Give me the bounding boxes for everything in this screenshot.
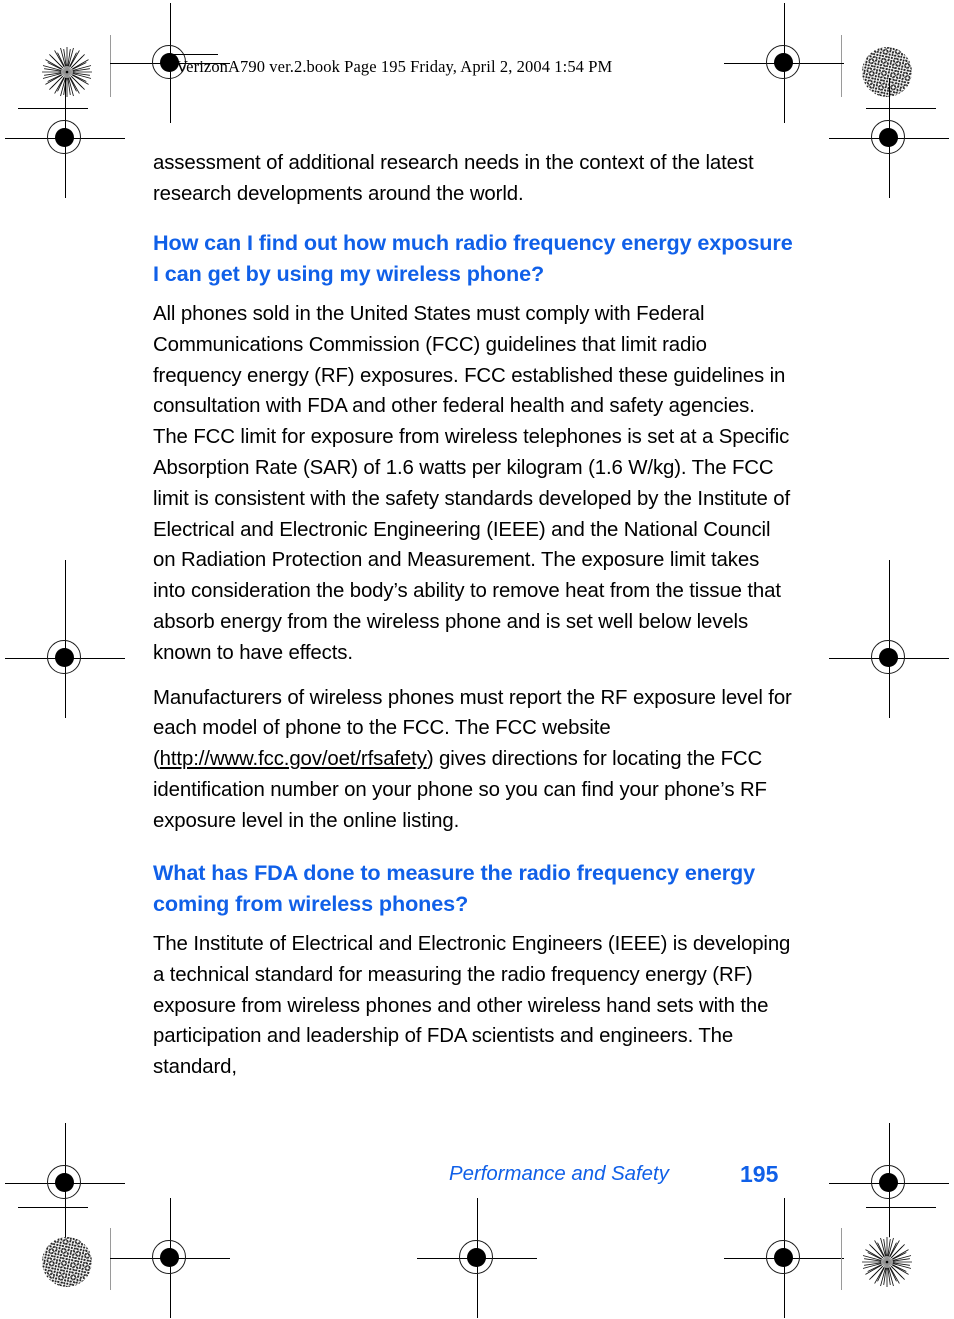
crop-rule-mid-left-extend [64, 560, 66, 604]
crop-rule-top-header [166, 54, 218, 56]
page-footer: Performance and Safety 195 [0, 1161, 954, 1197]
crosshair-gap-h [776, 1254, 791, 1262]
crop-rule-mid-right-extend [888, 560, 890, 604]
crosshair-vertical-line [169, 1198, 171, 1318]
moire-halftone-target-top-right [862, 47, 912, 97]
crosshair-gap-v [166, 1250, 174, 1265]
starburst-icon [42, 47, 92, 97]
footer-chapter-title: Performance and Safety [449, 1163, 669, 1185]
crosshair-vertical-line [783, 1198, 785, 1318]
registration-crosshair-left-upper [5, 78, 125, 198]
starburst-icon [862, 1237, 912, 1287]
registration-crosshair-bottom-left-inner [110, 1198, 230, 1318]
crosshair-gap-h [162, 1254, 177, 1262]
crop-rule-left-lower [18, 1207, 88, 1209]
moire-icon [42, 1237, 92, 1287]
moire-halftone-target-bottom-left [42, 1237, 92, 1287]
crosshair-circle [47, 640, 81, 674]
crosshair-dot [55, 128, 74, 147]
paragraph-fcc-website: Manufacturers of wireless phones must re… [153, 683, 793, 837]
crosshair-gap-v [780, 55, 788, 70]
section-heading-fda-measurement: What has FDA done to measure the radio f… [153, 859, 756, 916]
crosshair-vertical-line [64, 598, 66, 718]
crosshair-gap-v [885, 650, 893, 665]
registration-crosshair-mid-right [829, 598, 949, 718]
crosshair-circle [871, 120, 905, 154]
registration-crosshair-right-upper [829, 78, 949, 198]
crosshair-circle [152, 1240, 186, 1274]
crosshair-gap-h [881, 134, 896, 142]
crosshair-dot [160, 1248, 179, 1267]
fcc-rfsafety-link[interactable]: http://www.fcc.gov/oet/rfsafety [160, 748, 427, 770]
registration-crosshair-mid-left [5, 598, 125, 718]
crosshair-gap-v [61, 650, 69, 665]
crosshair-vertical-line [64, 78, 66, 198]
crosshair-gap-h [469, 1254, 484, 1262]
crosshair-horizontal-line [724, 1257, 844, 1259]
footer-page-number: 195 [740, 1161, 779, 1187]
crosshair-horizontal-line [724, 62, 844, 64]
crosshair-dot [879, 128, 898, 147]
crop-rule-left-upper [18, 108, 88, 110]
moire-icon [862, 47, 912, 97]
crosshair-gap-h [57, 654, 72, 662]
section-heading-radio-frequency-exposure: How can I find out how much radio freque… [153, 229, 793, 286]
crosshair-circle [871, 640, 905, 674]
crosshair-vertical-line [169, 3, 171, 123]
crosshair-circle [459, 1240, 493, 1274]
crosshair-gap-h [776, 59, 791, 67]
crosshair-circle [766, 45, 800, 79]
crosshair-gap-h [162, 59, 177, 67]
crosshair-vertical-line [888, 598, 890, 718]
crop-separator-top-right [841, 35, 843, 97]
crosshair-gap-v [61, 130, 69, 145]
crop-rule-right-upper [866, 108, 936, 110]
crosshair-gap-v [780, 1250, 788, 1265]
paragraph-fcc-sar-guidelines: All phones sold in the United States mus… [153, 303, 791, 664]
crop-separator-bottom-right [841, 1228, 843, 1290]
crop-separator-bottom-left [110, 1228, 112, 1290]
crosshair-vertical-line [888, 78, 890, 198]
crosshair-dot [55, 648, 74, 667]
crosshair-horizontal-line [5, 137, 125, 139]
crosshair-gap-h [57, 134, 72, 142]
starburst-resolution-target-top-left [42, 47, 92, 97]
crosshair-gap-v [166, 55, 174, 70]
crosshair-horizontal-line [110, 1257, 230, 1259]
crosshair-circle [766, 1240, 800, 1274]
crosshair-dot [879, 648, 898, 667]
crop-rule-right-lower [866, 1207, 936, 1209]
crosshair-horizontal-line [417, 1257, 537, 1259]
crosshair-dot [467, 1248, 486, 1267]
crosshair-horizontal-line [829, 657, 949, 659]
crosshair-horizontal-line [829, 137, 949, 139]
book-file-header: VerizonA790 ver.2.book Page 195 Friday, … [176, 57, 613, 76]
crosshair-gap-v [885, 130, 893, 145]
crosshair-dot [774, 1248, 793, 1267]
registration-crosshair-bottom-right-inner [724, 1198, 844, 1318]
registration-crosshair-bottom-center [417, 1198, 537, 1318]
crosshair-horizontal-line [5, 657, 125, 659]
crosshair-dot [774, 53, 793, 72]
registration-crosshair-top-right-inner [724, 3, 844, 123]
crosshair-gap-h [881, 654, 896, 662]
paragraph-ieee-standard: The Institute of Electrical and Electron… [153, 932, 791, 1079]
crop-separator-top-left [110, 35, 112, 97]
crosshair-vertical-line [476, 1198, 478, 1318]
crosshair-vertical-line [783, 3, 785, 123]
crosshair-circle [47, 120, 81, 154]
page-content: assessment of additional research needs … [153, 148, 793, 1097]
crosshair-gap-v [473, 1250, 481, 1265]
continued-paragraph: assessment of additional research needs … [153, 152, 754, 205]
starburst-resolution-target-bottom-right [862, 1237, 912, 1287]
